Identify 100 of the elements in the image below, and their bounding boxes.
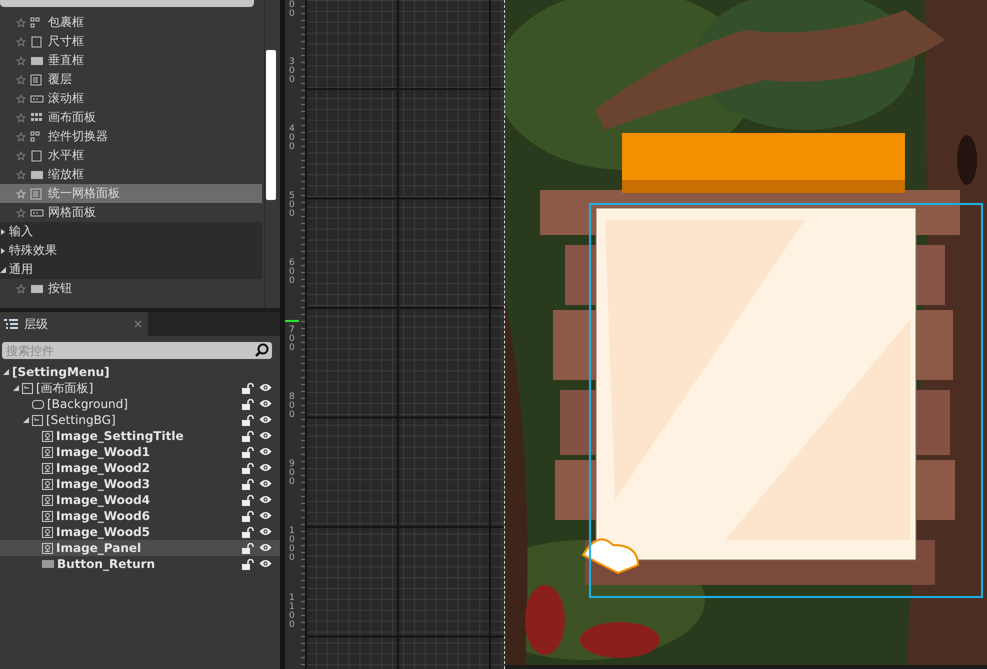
ruler-label: 00 [289, 1, 296, 19]
eye-icon[interactable] [259, 462, 272, 472]
image-icon [42, 510, 53, 522]
image-icon [42, 494, 53, 506]
palette-item[interactable]: 水平框 [0, 146, 262, 165]
panel-tab[interactable]: 层级 [0, 312, 148, 336]
tree-item[interactable]: [画布面板] [0, 380, 280, 396]
ruler-label: 700 [289, 326, 296, 353]
tree-item[interactable]: Image_Wood4 [0, 492, 280, 508]
rounded-rect-icon [32, 400, 44, 408]
star-icon[interactable] [16, 112, 26, 122]
palette-item[interactable]: 网格面板 [0, 203, 262, 222]
eye-icon[interactable] [259, 510, 272, 520]
image-icon [42, 462, 53, 474]
collapse-arrow-icon[interactable] [0, 266, 6, 272]
close-button[interactable] [132, 318, 144, 330]
collapse-arrow-icon[interactable] [2, 369, 8, 375]
eye-icon[interactable] [259, 526, 272, 536]
widget-icon [30, 36, 44, 48]
eye-icon[interactable] [259, 430, 272, 440]
widget-icon [30, 282, 44, 294]
image-icon [42, 430, 53, 442]
eye-icon[interactable] [259, 446, 272, 456]
ruler-label: 600 [289, 259, 296, 286]
tree-item[interactable]: Image_Wood1 [0, 444, 280, 460]
unlock-icon[interactable] [242, 398, 254, 410]
unlock-icon[interactable] [242, 430, 254, 442]
palette-item[interactable]: 覆层 [0, 70, 262, 89]
unlock-icon[interactable] [242, 414, 254, 426]
tree-item[interactable]: Button_Return [0, 556, 280, 572]
tree-item[interactable]: [SettingMenu] [0, 364, 280, 380]
star-icon[interactable] [16, 94, 26, 104]
ruler-label: 300 [289, 58, 296, 85]
eye-icon[interactable] [259, 398, 272, 408]
widget-icon [30, 112, 44, 124]
category-header[interactable]: 特殊效果 [0, 241, 262, 260]
star-icon[interactable] [16, 56, 26, 66]
ruler-label: 1100 [289, 594, 296, 630]
search-field[interactable]: 搜索控件 [2, 342, 272, 359]
tree-item[interactable]: Image_Wood6 [0, 508, 280, 524]
eye-icon[interactable] [259, 382, 272, 392]
star-icon[interactable] [16, 36, 26, 46]
category-header[interactable]: 通用 [0, 260, 262, 279]
unlock-icon[interactable] [242, 542, 254, 554]
unlock-icon[interactable] [242, 478, 254, 490]
tree-item[interactable]: [SettingBG] [0, 412, 280, 428]
expand-arrow-icon[interactable] [0, 228, 6, 234]
star-icon[interactable] [16, 208, 26, 218]
expand-arrow-icon[interactable] [0, 248, 6, 254]
palette-item[interactable]: 画布面板 [0, 108, 262, 127]
palette-item[interactable]: 按钮 [0, 279, 262, 298]
star-icon[interactable] [16, 132, 26, 142]
star-icon[interactable] [16, 18, 26, 28]
collapse-arrow-icon[interactable] [12, 385, 18, 391]
unlock-icon[interactable] [242, 558, 254, 570]
palette-item[interactable]: 控件切换器 [0, 127, 262, 146]
ruler-label: 900 [289, 460, 296, 487]
tree-item[interactable]: Image_Wood2 [0, 460, 280, 476]
search-icon[interactable] [255, 343, 269, 357]
star-icon[interactable] [16, 188, 26, 198]
palette-item[interactable]: 垂直框 [0, 51, 262, 70]
unlock-icon[interactable] [242, 510, 254, 522]
widget-icon [30, 206, 44, 218]
tree-item[interactable]: Image_Panel [0, 540, 280, 556]
unlock-icon[interactable] [242, 446, 254, 458]
ruler-label: 800 [289, 393, 296, 420]
eye-icon[interactable] [259, 414, 272, 424]
tree-item[interactable]: Image_SettingTitle [0, 428, 280, 444]
palette-item[interactable]: 滚动框 [0, 89, 262, 108]
category-header[interactable]: 输入 [0, 222, 262, 241]
scrollbar-thumb[interactable] [266, 50, 276, 200]
eye-icon[interactable] [259, 558, 272, 568]
star-icon[interactable] [16, 74, 26, 84]
palette-item[interactable]: 尺寸框 [0, 32, 262, 51]
search-field[interactable] [0, 0, 254, 7]
palette-item[interactable]: 缩放框 [0, 165, 262, 184]
star-icon[interactable] [16, 284, 26, 294]
unlock-icon[interactable] [242, 526, 254, 538]
ruler-label: 400 [289, 125, 296, 152]
star-icon[interactable] [16, 170, 26, 180]
unlock-icon[interactable] [242, 462, 254, 474]
ruler-label: 500 [289, 192, 296, 219]
widget-icon [30, 168, 44, 180]
star-icon[interactable] [16, 150, 26, 160]
eye-icon[interactable] [259, 494, 272, 504]
tree-item[interactable]: [Background] [0, 396, 280, 412]
image-icon [42, 542, 53, 554]
button-icon [42, 560, 54, 568]
unlock-icon[interactable] [242, 494, 254, 506]
collapse-arrow-icon[interactable] [22, 417, 28, 423]
palette-item[interactable]: 统一网格面板 [0, 184, 262, 203]
eye-icon[interactable] [259, 542, 272, 552]
unlock-icon[interactable] [242, 382, 254, 394]
palette-item[interactable]: 包裹框 [0, 13, 262, 32]
tree-item[interactable]: Image_Wood5 [0, 524, 280, 540]
widget-icon [30, 92, 44, 104]
eye-icon[interactable] [259, 478, 272, 488]
hierarchy-icon [4, 318, 18, 330]
widget-icon [30, 188, 44, 200]
tree-item[interactable]: Image_Wood3 [0, 476, 280, 492]
